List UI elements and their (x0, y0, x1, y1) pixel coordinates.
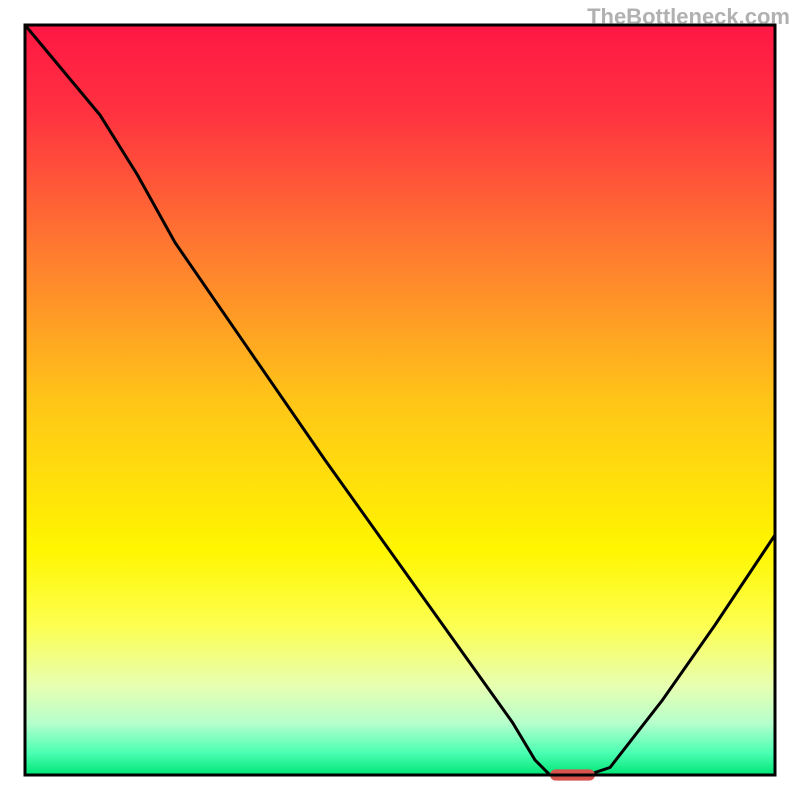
watermark-text: TheBottleneck.com (587, 4, 790, 30)
gradient-background (25, 25, 775, 775)
chart-svg (0, 0, 800, 800)
bottleneck-chart: TheBottleneck.com (0, 0, 800, 800)
